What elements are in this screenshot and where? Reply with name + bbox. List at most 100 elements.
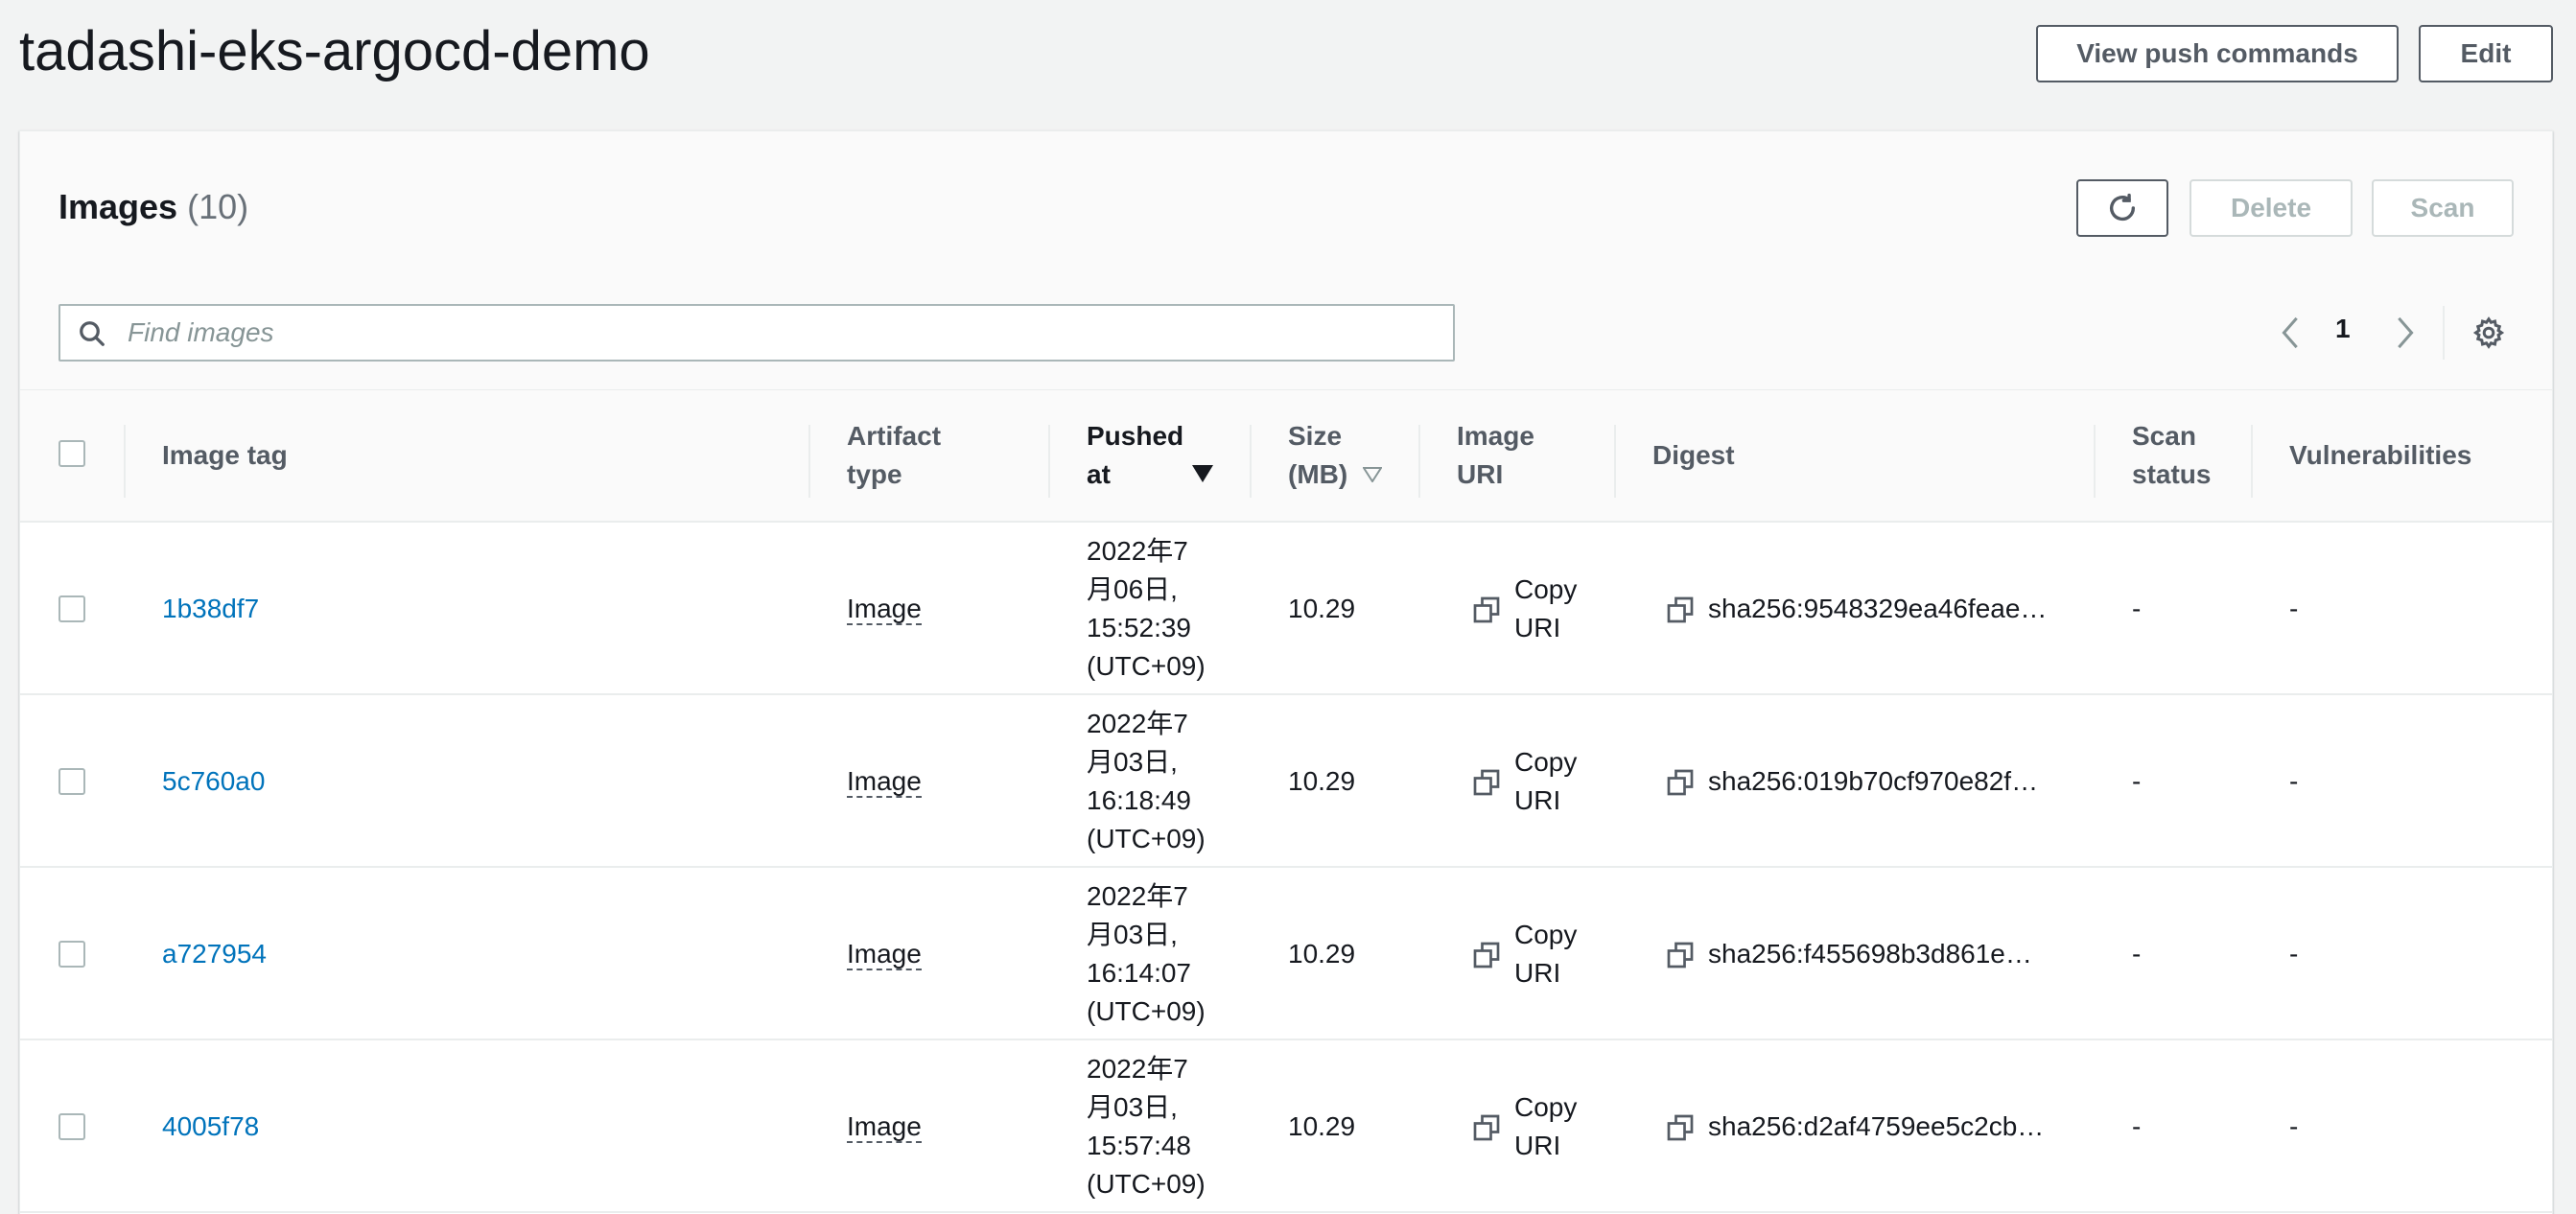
column-divider (2251, 425, 2253, 498)
row-checkbox[interactable] (59, 941, 85, 968)
pushed-at-line3: 15:57:48 (1087, 1131, 1191, 1160)
column-pushed-at[interactable]: Pushed at (1087, 417, 1183, 494)
size-value: 10.29 (1288, 766, 1356, 796)
copy-icon[interactable] (1666, 1113, 1695, 1142)
digest-value: sha256:019b70cf970e82f… (1708, 766, 2039, 796)
vulnerabilities-value: - (2289, 1111, 2299, 1141)
sort-descending-icon[interactable] (1192, 465, 1213, 482)
copy-icon[interactable] (1472, 768, 1501, 797)
pushed-at-line4: (UTC+09) (1087, 824, 1206, 853)
page-header: tadashi-eks-argocd-demo View push comman… (0, 0, 2576, 123)
view-push-commands-button[interactable]: View push commands (2036, 25, 2399, 82)
copy-uri-line2: URI (1514, 613, 1561, 642)
refresh-button[interactable] (2076, 179, 2168, 237)
copy-uri-line1: Copy (1514, 1092, 1578, 1122)
sort-unsorted-icon[interactable] (1363, 467, 1382, 482)
artifact-type: Image (847, 935, 922, 973)
digest-value: sha256:f455698b3d861e… (1708, 939, 2032, 969)
gear-icon[interactable] (2471, 315, 2506, 350)
copy-icon[interactable] (1666, 595, 1695, 624)
column-image-tag[interactable]: Image tag (162, 436, 288, 475)
pushed-at-line2: 月03日, (1087, 1092, 1178, 1122)
previous-page-button[interactable] (2272, 308, 2310, 358)
row-checkbox[interactable] (59, 768, 85, 795)
scan-status-value: - (2132, 766, 2142, 796)
copy-icon[interactable] (1472, 941, 1501, 969)
copy-icon[interactable] (1666, 768, 1695, 797)
images-panel: Images (10) Delete Scan 1 (19, 130, 2553, 1214)
copy-uri-line2: URI (1514, 1131, 1561, 1160)
image-tag-link[interactable]: a727954 (162, 935, 267, 973)
size-value: 10.29 (1288, 1111, 1356, 1141)
row-checkbox[interactable] (59, 595, 85, 622)
column-image-uri[interactable]: Image URI (1457, 417, 1534, 494)
copy-uri-line1: Copy (1514, 920, 1578, 949)
pushed-at-line1: 2022年7 (1087, 1054, 1188, 1084)
copy-uri-line1: Copy (1514, 747, 1578, 777)
copy-icon[interactable] (1472, 595, 1501, 624)
image-tag-link[interactable]: 5c760a0 (162, 762, 265, 801)
column-divider (1418, 425, 1420, 498)
search-box (59, 304, 1455, 362)
next-page-button[interactable] (2385, 308, 2424, 358)
digest-value: sha256:d2af4759ee5c2cb… (1708, 1111, 2045, 1141)
column-digest[interactable]: Digest (1652, 436, 1735, 475)
search-input[interactable] (128, 314, 1441, 352)
page-number[interactable]: 1 (2335, 314, 2351, 344)
pushed-at: 2022年7 月03日, 16:14:07 (UTC+09) (1087, 877, 1206, 1031)
column-scan-status[interactable]: Scan status (2132, 417, 2211, 494)
column-divider (2094, 425, 2096, 498)
scan-button[interactable]: Scan (2372, 179, 2514, 237)
pushed-at-line2: 月06日, (1087, 574, 1178, 604)
copy-uri-button[interactable]: Copy URI (1514, 571, 1577, 647)
copy-icon[interactable] (1666, 941, 1695, 969)
digest-value: sha256:9548329ea46feae… (1708, 594, 2048, 623)
pushed-at: 2022年7 月03日, 15:57:48 (UTC+09) (1087, 1050, 1206, 1203)
column-artifact-type-line2: type (847, 459, 902, 489)
table-row: 4005f78 Image 2022年7 月03日, 15:57:48 (UTC… (20, 1040, 2552, 1213)
image-tag-link[interactable]: 4005f78 (162, 1108, 259, 1146)
column-divider (1048, 425, 1050, 498)
pushed-at-line1: 2022年7 (1087, 536, 1188, 566)
images-count: (10) (187, 187, 249, 226)
pushed-at: 2022年7 月06日, 15:52:39 (UTC+09) (1087, 532, 1206, 686)
artifact-type-value[interactable]: Image (847, 939, 922, 970)
image-tag-link[interactable]: 1b38df7 (162, 590, 259, 628)
copy-uri-button[interactable]: Copy URI (1514, 1088, 1577, 1165)
page-title: tadashi-eks-argocd-demo (19, 20, 650, 82)
delete-button[interactable]: Delete (2190, 179, 2353, 237)
column-image-uri-line2: URI (1457, 459, 1504, 489)
row-checkbox[interactable] (59, 1113, 85, 1140)
table-row: 1b38df7 Image 2022年7 月06日, 15:52:39 (UTC… (20, 523, 2552, 695)
artifact-type-value[interactable]: Image (847, 594, 922, 625)
pushed-at: 2022年7 月03日, 16:18:49 (UTC+09) (1087, 705, 1206, 858)
pushed-at-line1: 2022年7 (1087, 881, 1188, 911)
copy-uri-button[interactable]: Copy URI (1514, 743, 1577, 820)
column-size-line2: (MB) (1288, 459, 1348, 489)
pushed-at-line3: 16:14:07 (1087, 958, 1191, 988)
edit-button[interactable]: Edit (2419, 25, 2553, 82)
column-size[interactable]: Size (MB) (1288, 417, 1347, 494)
copy-uri-line2: URI (1514, 958, 1561, 988)
column-vulnerabilities[interactable]: Vulnerabilities (2289, 436, 2471, 475)
column-scan-status-line2: status (2132, 459, 2212, 489)
copy-uri-button[interactable]: Copy URI (1514, 916, 1577, 992)
images-heading: Images (10) (59, 187, 248, 227)
panel-header: Images (10) Delete Scan 1 (20, 131, 2552, 390)
column-divider (1250, 425, 1252, 498)
pushed-at-line4: (UTC+09) (1087, 996, 1206, 1026)
artifact-type-value[interactable]: Image (847, 1111, 922, 1143)
scan-status-value: - (2132, 1111, 2142, 1141)
copy-icon[interactable] (1472, 1113, 1501, 1142)
scan-status-value: - (2132, 594, 2142, 623)
refresh-icon (2109, 193, 2136, 222)
chevron-right-icon (2398, 316, 2414, 349)
vulnerabilities-value: - (2289, 594, 2299, 623)
select-all-checkbox[interactable] (59, 440, 85, 467)
artifact-type-value[interactable]: Image (847, 766, 922, 798)
column-pushed-at-line1: Pushed (1087, 421, 1184, 451)
pushed-at-line3: 15:52:39 (1087, 613, 1191, 642)
column-pushed-at-line2: at (1087, 459, 1111, 489)
pushed-at-line3: 16:18:49 (1087, 785, 1191, 815)
column-artifact-type[interactable]: Artifact type (847, 417, 941, 494)
